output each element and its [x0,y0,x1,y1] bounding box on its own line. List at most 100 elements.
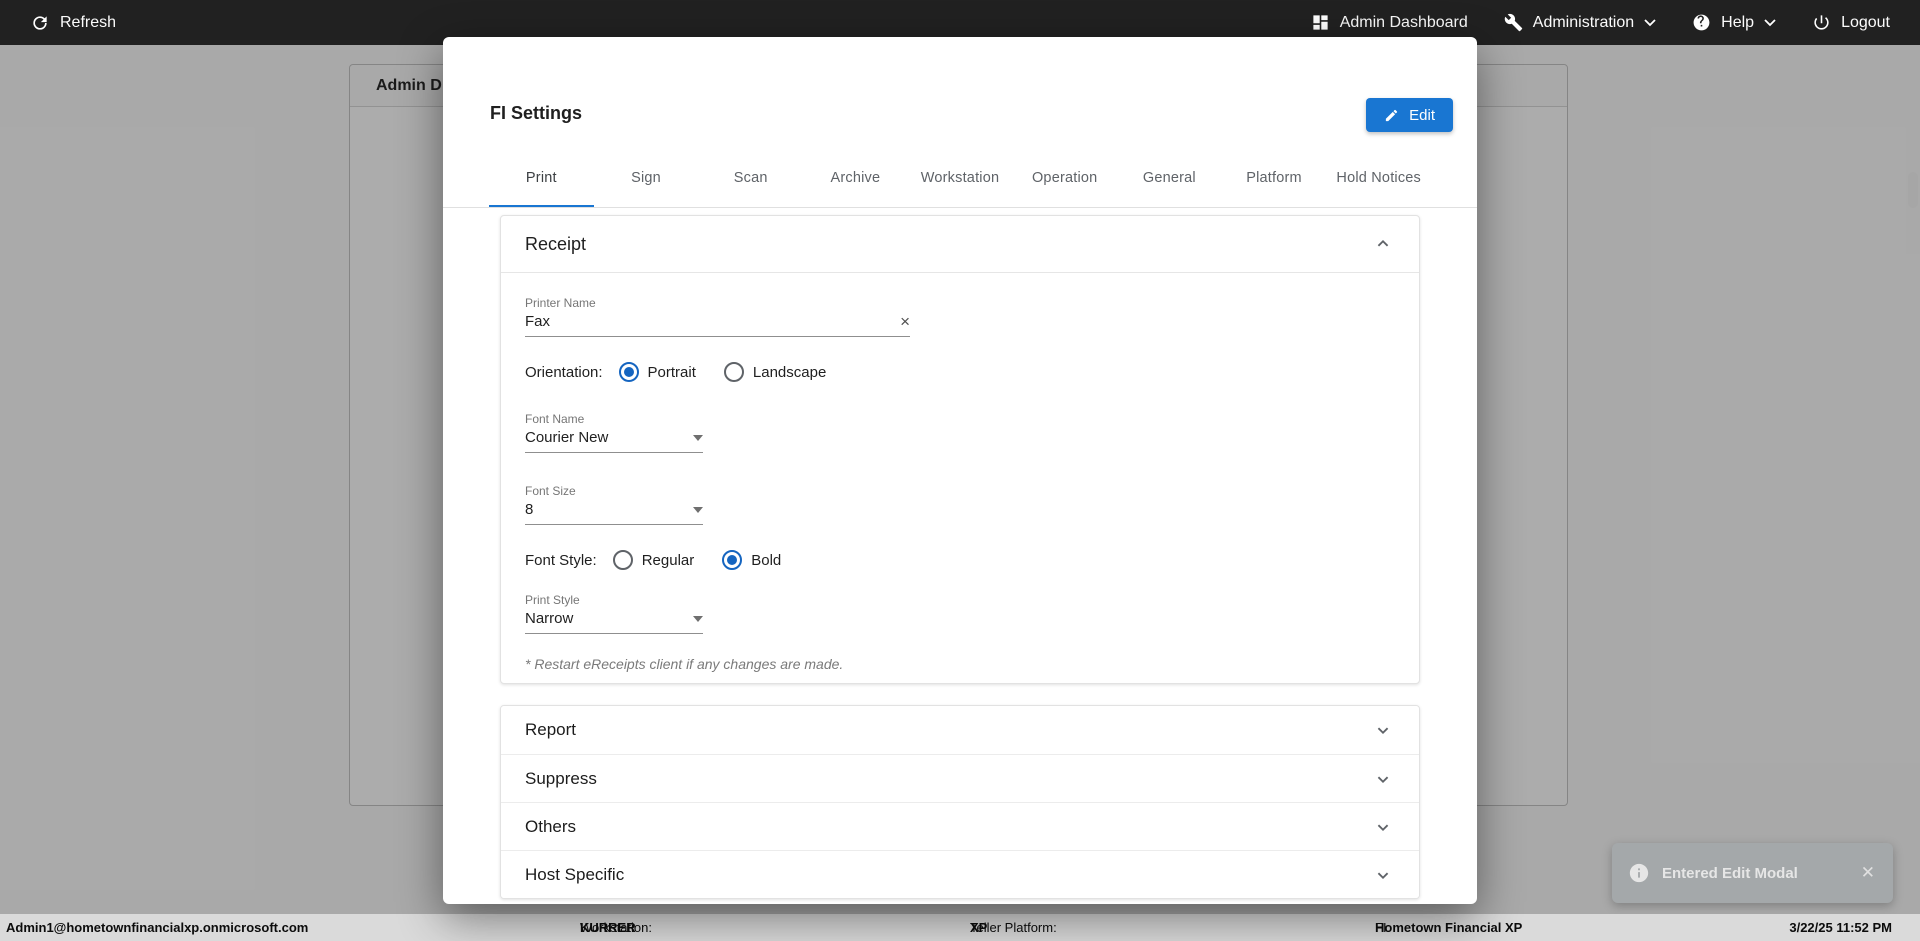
tab-workstation[interactable]: Workstation [908,148,1013,207]
accordion-suppress-title: Suppress [525,769,597,789]
administration-label: Administration [1533,14,1634,32]
accordion-others-title: Others [525,817,576,837]
tab-operation[interactable]: Operation [1012,148,1117,207]
dashboard-icon [1311,13,1330,32]
accordion-suppress[interactable]: Suppress [501,754,1419,802]
landscape-label: Landscape [753,364,826,381]
font-style-radio-group: Font Style: Regular Bold [525,550,1395,570]
receipt-panel: Receipt Printer Name Fax × Orientation: [500,215,1420,684]
radio-circle-icon [613,550,633,570]
printer-name-value: Fax [525,313,550,330]
chevron-down-icon [1372,768,1394,790]
footer-user: Admin1@hometownfinancialxp.onmicrosoft.c… [6,914,308,941]
toast-close-icon[interactable]: ✕ [1859,863,1877,883]
chevron-down-icon [1372,719,1394,741]
accordion-report[interactable]: Report [501,706,1419,754]
logout-label: Logout [1841,14,1890,32]
radio-circle-icon [619,362,639,382]
refresh-button[interactable]: Refresh [30,13,116,33]
radio-circle-icon [724,362,744,382]
bold-label: Bold [751,552,781,569]
tab-scan[interactable]: Scan [698,148,803,207]
font-style-label: Font Style: [525,552,597,569]
teller-platform-label: Teller Platform: [970,914,1057,941]
refresh-label: Refresh [60,14,116,32]
restart-note: * Restart eReceipts client if any change… [525,656,1395,672]
orientation-portrait-radio[interactable]: Portrait [619,362,696,382]
font-size-value: 8 [525,501,533,518]
print-style-field: Print Style Narrow [525,593,703,634]
logout-button[interactable]: Logout [1812,13,1890,32]
admin-dashboard-button[interactable]: Admin Dashboard [1311,13,1468,32]
dropdown-arrow-icon [693,435,703,441]
tab-archive[interactable]: Archive [803,148,908,207]
font-name-select[interactable]: Courier New [525,429,703,453]
fi-settings-modal: FI Settings Edit Print Sign Scan Archive… [443,37,1477,904]
receipt-form: Printer Name Fax × Orientation: Portrait… [501,273,1419,672]
font-size-field: Font Size 8 [525,484,703,525]
tab-sign[interactable]: Sign [594,148,699,207]
toast-message: Entered Edit Modal [1662,865,1859,882]
font-name-value: Courier New [525,429,608,446]
orientation-label: Orientation: [525,364,603,381]
accordion-group: Report Suppress Others Host Specific [500,705,1420,899]
orientation-radio-group: Orientation: Portrait Landscape [525,362,1395,382]
administration-menu[interactable]: Administration [1504,13,1656,32]
tab-platform[interactable]: Platform [1222,148,1327,207]
chevron-down-icon [1372,864,1394,886]
accordion-report-title: Report [525,720,576,740]
chevron-down-icon [1372,816,1394,838]
font-style-regular-radio[interactable]: Regular [613,550,695,570]
help-menu[interactable]: Help [1692,13,1776,32]
footer-teller-platform: Teller Platform: XP [970,914,987,941]
accordion-others[interactable]: Others [501,802,1419,850]
regular-label: Regular [642,552,695,569]
pencil-icon [1384,108,1399,123]
toast-notification: Entered Edit Modal ✕ [1612,843,1893,903]
font-size-select[interactable]: 8 [525,501,703,525]
font-size-label: Font Size [525,484,703,498]
help-label: Help [1721,14,1754,32]
power-icon [1812,13,1831,32]
workstation-label: Workstation: [580,914,652,941]
footer-statusbar: Admin1@hometownfinancialxp.onmicrosoft.c… [0,914,1920,941]
font-style-bold-radio[interactable]: Bold [722,550,781,570]
fi-label: FI: [1375,914,1390,941]
wrench-icon [1504,13,1523,32]
accordion-host-specific-title: Host Specific [525,865,624,885]
receipt-panel-title: Receipt [525,234,586,255]
dropdown-arrow-icon [693,507,703,513]
footer-datetime: 3/22/25 11:52 PM [1789,914,1892,941]
print-style-value: Narrow [525,610,573,627]
accordion-host-specific[interactable]: Host Specific [501,850,1419,898]
printer-name-field: Printer Name Fax × [525,296,910,337]
font-name-field: Font Name Courier New [525,412,703,453]
tab-print[interactable]: Print [489,148,594,207]
admin-dashboard-label: Admin Dashboard [1340,14,1468,32]
modal-body: Receipt Printer Name Fax × Orientation: [443,208,1477,904]
edit-button-label: Edit [1409,107,1435,124]
chevron-down-icon [1764,19,1776,27]
footer-fi: FI: Hometown Financial XP [1375,914,1522,941]
tab-bar: Print Sign Scan Archive Workstation Oper… [489,148,1431,207]
tab-general[interactable]: General [1117,148,1222,207]
clear-icon[interactable]: × [900,313,910,330]
orientation-landscape-radio[interactable]: Landscape [724,362,826,382]
printer-name-input[interactable]: Fax × [525,313,910,337]
print-style-select[interactable]: Narrow [525,610,703,634]
chevron-down-icon [1644,19,1656,27]
dropdown-arrow-icon [693,616,703,622]
printer-name-label: Printer Name [525,296,910,310]
tab-hold-notices[interactable]: Hold Notices [1326,148,1431,207]
receipt-panel-header[interactable]: Receipt [501,216,1419,273]
info-icon [1628,862,1650,884]
help-icon [1692,13,1711,32]
fi-value: Hometown Financial XP [1375,920,1522,935]
footer-workstation: Workstation: KURRER [580,914,636,941]
edit-button[interactable]: Edit [1366,98,1453,132]
font-name-label: Font Name [525,412,703,426]
refresh-icon [30,13,50,33]
chevron-up-icon[interactable] [1372,233,1394,255]
print-style-label: Print Style [525,593,703,607]
modal-title: FI Settings [490,103,582,124]
